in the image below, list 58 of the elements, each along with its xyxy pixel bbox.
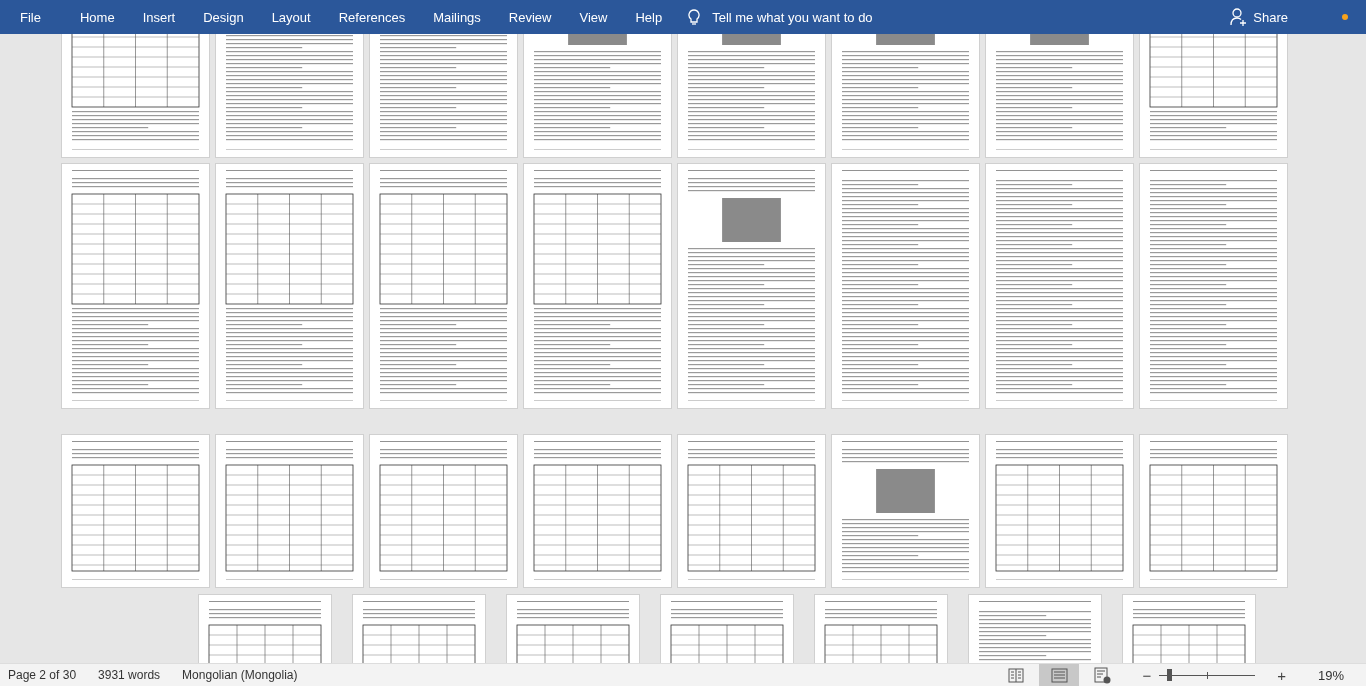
menu-tab[interactable]: Review bbox=[494, 0, 566, 34]
menu-tab[interactable]: Home bbox=[65, 0, 129, 34]
slider-thumb[interactable] bbox=[1166, 669, 1172, 681]
menu-tab[interactable]: References bbox=[324, 0, 420, 34]
document-page[interactable] bbox=[986, 164, 1133, 408]
document-page[interactable] bbox=[353, 595, 485, 663]
tell-me-field[interactable]: Tell me what you want to do bbox=[710, 8, 905, 26]
zoom-in-button[interactable]: + bbox=[1271, 666, 1292, 684]
document-page[interactable] bbox=[661, 595, 793, 663]
document-page[interactable] bbox=[678, 34, 825, 157]
notification-dot bbox=[1342, 14, 1348, 20]
read-icon bbox=[1007, 666, 1025, 684]
menu-tab[interactable]: Layout bbox=[257, 0, 325, 34]
document-page[interactable] bbox=[62, 164, 209, 408]
document-page[interactable] bbox=[1140, 164, 1287, 408]
menu-tab[interactable]: View bbox=[565, 0, 622, 34]
share-button[interactable]: Share bbox=[1226, 8, 1292, 26]
document-page[interactable] bbox=[524, 435, 671, 587]
document-page[interactable] bbox=[216, 34, 363, 157]
page-count[interactable]: Page 2 of 30 bbox=[0, 668, 77, 682]
document-page[interactable] bbox=[815, 595, 947, 663]
document-page[interactable] bbox=[678, 164, 825, 408]
print-layout-button[interactable] bbox=[1039, 664, 1080, 686]
document-page[interactable] bbox=[370, 34, 517, 157]
menu-tab[interactable]: Mailings bbox=[419, 0, 495, 34]
document-page[interactable] bbox=[832, 435, 979, 587]
language-status[interactable]: Mongolian (Mongolia) bbox=[174, 668, 298, 682]
menu-tab[interactable]: File bbox=[0, 0, 60, 34]
menu-tab[interactable]: Insert bbox=[128, 0, 190, 34]
document-page[interactable] bbox=[986, 34, 1133, 157]
zoom-slider[interactable] bbox=[1159, 668, 1256, 682]
document-page[interactable] bbox=[507, 595, 639, 663]
document-page[interactable] bbox=[1140, 34, 1287, 157]
document-page[interactable] bbox=[969, 595, 1101, 663]
document-page[interactable] bbox=[370, 164, 517, 408]
document-page[interactable] bbox=[216, 164, 363, 408]
document-page[interactable] bbox=[832, 164, 979, 408]
document-page[interactable] bbox=[986, 435, 1133, 587]
document-page[interactable] bbox=[370, 435, 517, 587]
print-icon bbox=[1050, 666, 1068, 684]
document-page[interactable] bbox=[62, 435, 209, 587]
zoom-level[interactable]: 19% bbox=[1317, 667, 1344, 683]
menu-tab[interactable]: Design bbox=[189, 0, 258, 34]
document-page[interactable] bbox=[524, 164, 671, 408]
document-page[interactable] bbox=[199, 595, 331, 663]
document-page[interactable] bbox=[832, 34, 979, 157]
word-count[interactable]: 3931 words bbox=[90, 668, 161, 682]
document-page[interactable] bbox=[524, 34, 671, 157]
person-add-icon bbox=[1230, 8, 1248, 26]
menu-tab[interactable]: Help bbox=[621, 0, 677, 34]
lightbulb-icon bbox=[688, 8, 701, 26]
document-page[interactable] bbox=[216, 435, 363, 587]
document-page[interactable] bbox=[62, 34, 209, 157]
document-page[interactable] bbox=[678, 435, 825, 587]
document-page[interactable] bbox=[1140, 435, 1287, 587]
document-page[interactable] bbox=[1123, 595, 1255, 663]
zoom-out-button[interactable]: − bbox=[1136, 666, 1158, 684]
web-icon bbox=[1093, 666, 1111, 684]
